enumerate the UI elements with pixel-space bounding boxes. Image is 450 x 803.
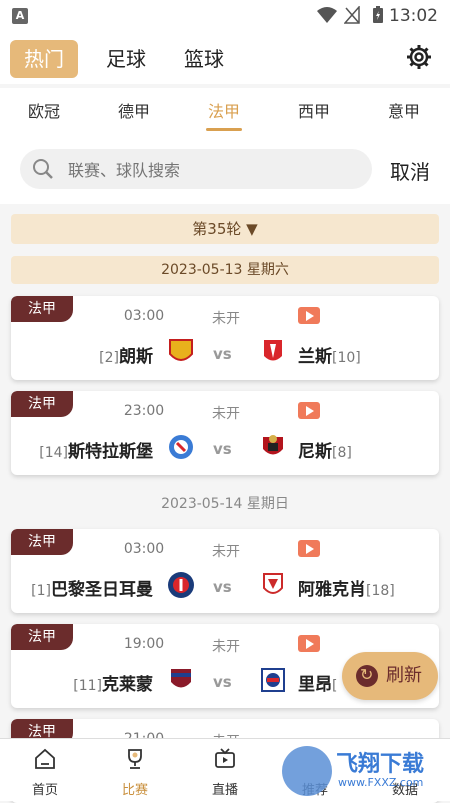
active-tab-indicator bbox=[206, 128, 242, 131]
tv-icon bbox=[215, 748, 235, 768]
team-crest-icon bbox=[171, 669, 191, 688]
home-team: [2]朗斯 bbox=[99, 342, 153, 367]
no-signal-icon bbox=[344, 6, 360, 24]
trophy-icon bbox=[128, 749, 142, 769]
search-box[interactable] bbox=[20, 149, 372, 189]
league-badge: 法甲 bbox=[11, 529, 73, 555]
vs-label: vs bbox=[213, 440, 232, 458]
league-badge: 法甲 bbox=[11, 624, 73, 650]
tab-serie-a[interactable]: 意甲 bbox=[374, 98, 434, 122]
tab-basketball[interactable]: 篮球 bbox=[172, 40, 236, 78]
vs-label: vs bbox=[213, 345, 232, 363]
team-crest-icon bbox=[261, 668, 285, 692]
status-bar: A 13:02 bbox=[0, 0, 450, 32]
league-tab-bar: 欧冠 德甲 法甲 西甲 意甲 bbox=[0, 88, 450, 135]
match-time: 03:00 bbox=[123, 541, 165, 557]
watermark-text: 飞翔下载 bbox=[336, 752, 425, 777]
home-icon bbox=[35, 748, 55, 769]
search-input[interactable] bbox=[66, 157, 360, 183]
match-status: 未开 bbox=[212, 639, 240, 655]
video-play-icon[interactable] bbox=[298, 635, 320, 652]
match-card[interactable]: 法甲 03:00 未开 [1]巴黎圣日耳曼 vs 阿雅克肖[18] bbox=[11, 529, 439, 613]
away-team-name: 里昂 bbox=[298, 675, 332, 695]
away-team: 尼斯[8] bbox=[298, 437, 352, 462]
video-play-icon[interactable] bbox=[298, 402, 320, 419]
battery-icon bbox=[373, 6, 383, 23]
tab-hot[interactable]: 热门 bbox=[10, 40, 78, 78]
away-team-name: 尼斯 bbox=[298, 442, 332, 462]
vs-label: vs bbox=[213, 673, 232, 691]
team-crest-icon bbox=[169, 435, 193, 459]
watermark-url: www.FXXZ.com bbox=[338, 776, 424, 789]
home-rank: [11] bbox=[73, 678, 102, 694]
team-crest-icon bbox=[169, 339, 193, 361]
match-time: 03:00 bbox=[123, 308, 165, 324]
cancel-button[interactable]: 取消 bbox=[390, 156, 430, 185]
nav-home-label: 首页 bbox=[31, 783, 58, 798]
away-team: 里昂[ bbox=[298, 670, 337, 695]
refresh-icon bbox=[356, 651, 378, 699]
team-crest-icon bbox=[264, 340, 282, 361]
home-rank: [14] bbox=[39, 445, 68, 461]
video-play-icon[interactable] bbox=[298, 307, 320, 324]
notification-a-icon: A bbox=[12, 8, 28, 24]
nav-live-label: 直播 bbox=[211, 783, 238, 798]
watermark-logo: 飞翔下载 www.FXXZ.com bbox=[278, 744, 446, 798]
home-team-name: 克莱蒙 bbox=[102, 675, 153, 695]
away-rank: [ bbox=[332, 678, 338, 694]
home-rank: [1] bbox=[31, 583, 51, 599]
date-header: 2023-05-13 星期六 bbox=[11, 256, 439, 284]
top-tab-bar: 热门 足球 篮球 bbox=[0, 32, 450, 84]
home-team-name: 朗斯 bbox=[119, 347, 153, 367]
away-team: 兰斯[10] bbox=[298, 342, 361, 367]
tab-ligue1[interactable]: 法甲 bbox=[194, 98, 254, 122]
away-team-name: 兰斯 bbox=[298, 347, 332, 367]
tab-laliga[interactable]: 西甲 bbox=[284, 98, 344, 122]
match-status: 未开 bbox=[212, 406, 240, 422]
tab-champions-league[interactable]: 欧冠 bbox=[14, 98, 74, 122]
team-crest-icon bbox=[263, 573, 283, 594]
vs-label: vs bbox=[213, 578, 232, 596]
home-team-name: 斯特拉斯堡 bbox=[68, 442, 153, 462]
settings-gear-icon[interactable] bbox=[406, 44, 432, 70]
nav-matches-label: 比赛 bbox=[121, 783, 148, 798]
video-play-icon[interactable] bbox=[298, 540, 320, 557]
tab-football[interactable]: 足球 bbox=[94, 40, 158, 78]
home-rank: [2] bbox=[99, 350, 119, 366]
league-badge: 法甲 bbox=[11, 391, 73, 417]
team-crest-icon bbox=[168, 572, 194, 598]
match-time: 19:00 bbox=[123, 636, 165, 652]
away-rank: [8] bbox=[332, 445, 352, 461]
refresh-button[interactable]: 刷新 bbox=[342, 651, 438, 700]
match-status: 未开 bbox=[212, 544, 240, 560]
nav-live[interactable]: 直播 bbox=[190, 739, 260, 801]
date-header: 2023-05-14 星期日 bbox=[161, 496, 289, 512]
search-row: 取消 bbox=[0, 134, 450, 204]
wifi-icon bbox=[317, 7, 337, 23]
nav-matches[interactable]: 比赛 bbox=[100, 739, 170, 801]
league-badge: 法甲 bbox=[11, 296, 73, 322]
match-card[interactable]: 法甲 23:00 未开 [14]斯特拉斯堡 vs 尼斯[8] bbox=[11, 391, 439, 475]
match-time: 23:00 bbox=[123, 403, 165, 419]
round-selector[interactable]: 第35轮 ▼ bbox=[11, 214, 439, 244]
search-icon bbox=[33, 159, 53, 179]
home-team-name: 巴黎圣日耳曼 bbox=[51, 580, 153, 600]
refresh-label: 刷新 bbox=[386, 665, 422, 686]
team-crest-icon bbox=[263, 435, 283, 455]
away-rank: [18] bbox=[366, 583, 395, 599]
match-status: 未开 bbox=[212, 311, 240, 327]
home-team: [1]巴黎圣日耳曼 bbox=[31, 575, 153, 600]
clock: 13:02 bbox=[389, 6, 438, 26]
away-rank: [10] bbox=[332, 350, 361, 366]
tab-bundesliga[interactable]: 德甲 bbox=[104, 98, 164, 122]
home-team: [11]克莱蒙 bbox=[73, 670, 153, 695]
watermark-logo-icon bbox=[282, 746, 332, 796]
nav-home[interactable]: 首页 bbox=[10, 739, 80, 801]
away-team-name: 阿雅克肖 bbox=[298, 580, 366, 600]
away-team: 阿雅克肖[18] bbox=[298, 575, 395, 600]
match-card[interactable]: 法甲 03:00 未开 [2]朗斯 vs 兰斯[10] bbox=[11, 296, 439, 380]
home-team: [14]斯特拉斯堡 bbox=[39, 437, 153, 462]
